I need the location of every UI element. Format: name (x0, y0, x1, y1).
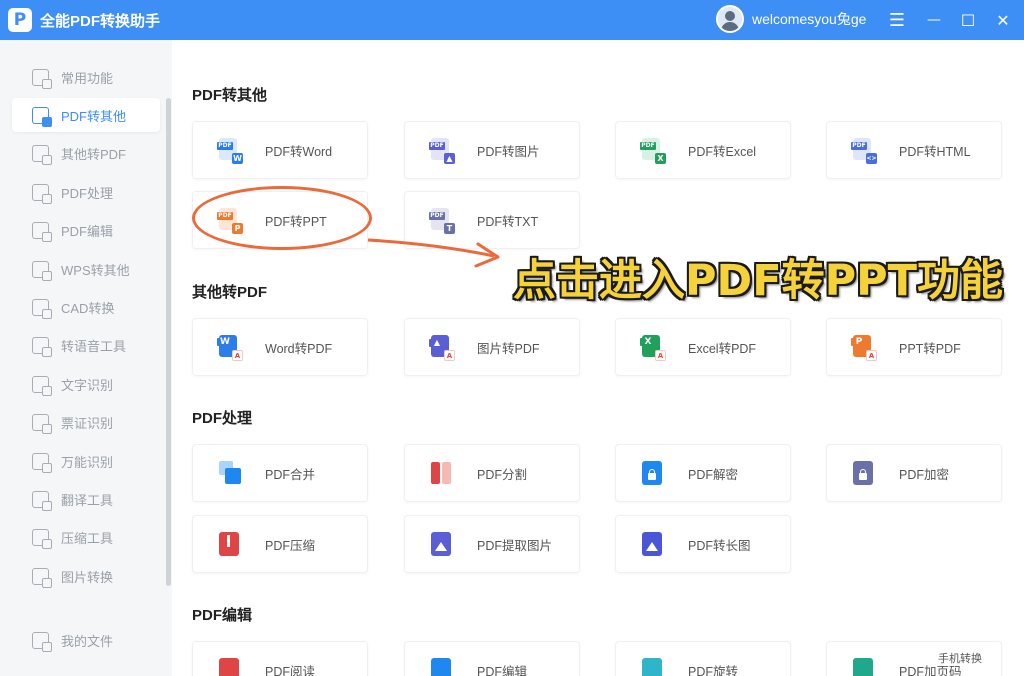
title-bar: P 全能PDF转换助手 welcomesyou兔ge ☰ — ☐ ✕ (0, 0, 1024, 40)
sidebar-item-common[interactable]: 常用功能 (12, 60, 160, 94)
sidebar-scrollbar[interactable] (166, 98, 171, 586)
card-pdf-rotate[interactable]: PDF旋转 (615, 641, 791, 676)
card-pdf-to-word[interactable]: PDF W PDF转Word (192, 121, 368, 179)
close-button[interactable]: ✕ (988, 0, 1018, 40)
card-pdf-edit[interactable]: PDF编辑 (404, 641, 580, 676)
sidebar-item-image-convert[interactable]: 图片转换 (12, 559, 160, 593)
sidebar: 常用功能 PDF转其他 其他转PDF PDF处理 PDF编辑 WPS转其他 CA… (0, 40, 172, 676)
minimize-button[interactable]: — (919, 0, 949, 40)
image-to-pdf-icon: ▲ A (429, 335, 455, 361)
card-pdf-to-image[interactable]: PDF ▲ PDF转图片 (404, 121, 580, 179)
sidebar-item-ocr[interactable]: 文字识别 (12, 367, 160, 401)
maximize-button[interactable]: ☐ (953, 0, 983, 40)
card-pdf-to-html[interactable]: PDF <> PDF转HTML (826, 121, 1002, 179)
sidebar-item-compress[interactable]: 压缩工具 (12, 520, 160, 554)
cad-icon (32, 298, 52, 319)
username[interactable]: welcomesyou兔ge (752, 9, 866, 29)
sidebar-item-voice[interactable]: 转语音工具 (12, 328, 160, 362)
card-pdf-merge[interactable]: PDF合并 (192, 444, 368, 502)
section-title-other-to-pdf: 其他转PDF (192, 284, 268, 301)
avatar[interactable] (716, 5, 744, 33)
pdf-to-excel-icon: PDF X (640, 138, 666, 164)
pdf-rotate-icon (642, 658, 664, 676)
ticket-ocr-icon (32, 413, 52, 434)
pdf-to-image-icon: PDF ▲ (429, 138, 455, 164)
pdf-edit-icon (431, 658, 453, 676)
translate-icon (32, 490, 52, 511)
pdf-page-number-icon (853, 658, 875, 676)
sidebar-item-pdf-edit[interactable]: PDF编辑 (12, 213, 160, 247)
card-pdf-split[interactable]: PDF分割 (404, 444, 580, 502)
pdf-extract-image-icon (431, 532, 453, 556)
pdf-to-other-icon (32, 106, 52, 127)
card-pdf-decrypt[interactable]: PDF解密 (615, 444, 791, 502)
universal-ocr-icon (32, 452, 52, 473)
sidebar-item-pdf-process[interactable]: PDF处理 (12, 175, 160, 209)
card-image-to-pdf[interactable]: ▲ A 图片转PDF (404, 318, 580, 376)
menu-icon[interactable]: ☰ (882, 0, 912, 40)
pdf-decrypt-icon (642, 461, 664, 485)
other-to-pdf-icon (32, 144, 52, 165)
wps-icon (32, 260, 52, 281)
my-files-icon (32, 631, 52, 652)
pdf-edit-icon (32, 221, 52, 242)
pdf-to-html-icon: PDF <> (851, 138, 877, 164)
sidebar-item-cad[interactable]: CAD转换 (12, 290, 160, 324)
pdf-merge-icon (219, 461, 241, 485)
annotation-arrow-icon (367, 238, 500, 268)
pdf-read-icon (219, 658, 241, 676)
sidebar-item-wps-to-other[interactable]: WPS转其他 (12, 252, 160, 286)
pdf-to-txt-icon: PDF T (429, 208, 455, 234)
image-convert-icon (32, 567, 52, 588)
excel-to-pdf-icon: XA (640, 335, 666, 361)
common-functions-icon (32, 68, 52, 89)
pdf-compress-icon (219, 532, 241, 556)
card-pdf-extract-image[interactable]: PDF提取图片 (404, 515, 580, 573)
section-title-pdf-to-other: PDF转其他 (192, 87, 268, 104)
section-title-pdf-edit: PDF编辑 (192, 607, 253, 624)
pdf-to-word-icon: PDF W (217, 138, 243, 164)
annotation-ellipse (192, 186, 372, 250)
compress-tool-icon (32, 528, 52, 549)
sidebar-item-pdf-to-other[interactable]: PDF转其他 (12, 98, 160, 132)
card-excel-to-pdf[interactable]: XA Excel转PDF (615, 318, 791, 376)
annotation-text: 点击进入PDF转PPT功能 (513, 256, 1003, 306)
user-profile[interactable]: welcomesyou兔ge (716, 5, 866, 33)
text-ocr-icon (32, 375, 52, 396)
app-title: 全能PDF转换助手 (40, 12, 161, 30)
sidebar-item-my-files[interactable]: 我的文件 (12, 623, 160, 657)
sidebar-item-other-to-pdf[interactable]: 其他转PDF (12, 136, 160, 170)
sidebar-item-ticket-ocr[interactable]: 票证识别 (12, 405, 160, 439)
word-to-pdf-icon: WA (217, 335, 243, 361)
card-pdf-to-long-image[interactable]: PDF转长图 (615, 515, 791, 573)
pdf-split-icon (431, 461, 453, 485)
pdf-to-long-image-icon (642, 532, 664, 556)
phone-convert-link[interactable]: 手机转换 (938, 650, 982, 666)
sidebar-item-translate[interactable]: 翻译工具 (12, 482, 160, 516)
card-ppt-to-pdf[interactable]: PA PPT转PDF (826, 318, 1002, 376)
card-pdf-read[interactable]: PDF阅读 (192, 641, 368, 676)
pdf-process-icon (32, 183, 52, 204)
section-title-pdf-process: PDF处理 (192, 410, 253, 427)
pdf-encrypt-icon (853, 461, 875, 485)
card-pdf-encrypt[interactable]: PDF加密 (826, 444, 1002, 502)
card-pdf-compress[interactable]: PDF压缩 (192, 515, 368, 573)
voice-tool-icon (32, 336, 52, 357)
card-word-to-pdf[interactable]: WA Word转PDF (192, 318, 368, 376)
app-logo-icon: P (8, 8, 32, 32)
main-content: PDF转其他 PDF W PDF转Word PDF ▲ PDF转图片 PDF X PD… (172, 40, 1024, 676)
card-pdf-to-excel[interactable]: PDF X PDF转Excel (615, 121, 791, 179)
ppt-to-pdf-icon: PA (851, 335, 877, 361)
sidebar-item-universal-ocr[interactable]: 万能识别 (12, 444, 160, 478)
